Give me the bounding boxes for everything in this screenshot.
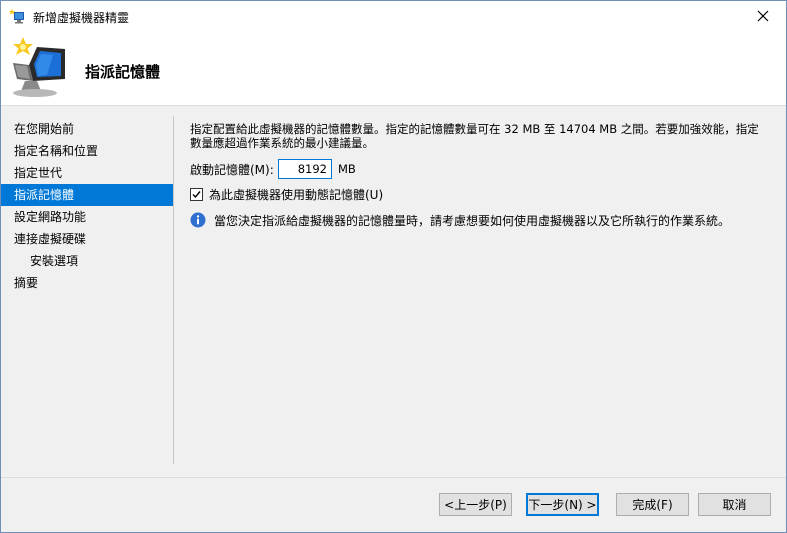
nav-item-install-options[interactable]: 安裝選項 — [1, 250, 173, 272]
window-title: 新增虛擬機器精靈 — [33, 11, 130, 25]
startup-memory-row: 啟動記憶體(M): MB — [190, 158, 356, 180]
checkmark-icon — [192, 190, 201, 198]
close-button[interactable] — [740, 1, 786, 31]
dynamic-memory-checkbox[interactable] — [190, 187, 203, 201]
nav-item-summary[interactable]: 摘要 — [1, 272, 173, 294]
nav-item-assign-memory[interactable]: 指派記憶體 — [1, 184, 173, 206]
title-bar: 新增虛擬機器精靈 — [1, 1, 786, 31]
footer-divider — [1, 477, 786, 478]
finish-button[interactable]: 完成(F) — [616, 493, 689, 516]
nav-divider — [173, 116, 174, 464]
previous-button[interactable]: <上一步(P) — [439, 493, 512, 516]
page-title: 指派記憶體 — [85, 63, 161, 81]
nav-item-networking[interactable]: 設定網路功能 — [1, 206, 173, 228]
wizard-nav: 在您開始前 指定名稱和位置 指定世代 指派記憶體 設定網路功能 連接虛擬硬碟 安… — [1, 118, 173, 294]
startup-memory-input[interactable] — [278, 159, 332, 179]
memory-info-text: 當您決定指派給虛擬機器的記憶體量時，請考慮想要如何使用虛擬機器以及它所執行的作業… — [214, 213, 731, 228]
nav-item-virtual-disk[interactable]: 連接虛擬硬碟 — [1, 228, 173, 250]
main-content: 指定配置給此虛擬機器的記憶體數量。指定的記憶體數量可在 32 MB 至 1470… — [190, 122, 770, 228]
dynamic-memory-label[interactable]: 為此虛擬機器使用動態記憶體(U) — [209, 186, 383, 203]
memory-description: 指定配置給此虛擬機器的記憶體數量。指定的記憶體數量可在 32 MB 至 1470… — [190, 122, 759, 150]
startup-memory-label: 啟動記憶體(M): — [190, 162, 274, 177]
nav-item-before-you-begin[interactable]: 在您開始前 — [1, 118, 173, 140]
dynamic-memory-row: 為此虛擬機器使用動態記憶體(U) — [190, 186, 383, 202]
wizard-header: 指派記憶體 — [1, 31, 786, 106]
nav-item-generation[interactable]: 指定世代 — [1, 162, 173, 184]
new-vm-wizard-icon — [7, 35, 71, 99]
hyperv-app-icon — [9, 8, 25, 24]
cancel-button[interactable]: 取消 — [698, 493, 771, 516]
close-icon — [757, 10, 769, 22]
wizard-window: 新增虛擬機器精靈 指派記憶體 在您開始前 指定名稱和位置 指定世代 指派記憶體 … — [0, 0, 787, 533]
next-button[interactable]: 下一步(N) > — [526, 493, 599, 516]
info-icon — [190, 212, 206, 228]
memory-unit-label: MB — [338, 162, 356, 176]
memory-info-row: 當您決定指派給虛擬機器的記憶體量時，請考慮想要如何使用虛擬機器以及它所執行的作業… — [190, 211, 730, 229]
nav-item-name-location[interactable]: 指定名稱和位置 — [1, 140, 173, 162]
